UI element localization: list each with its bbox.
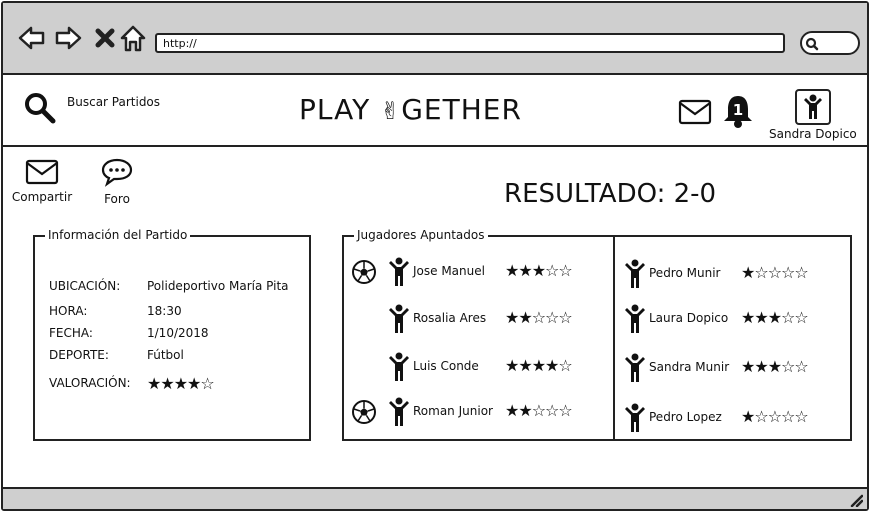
player-row[interactable]: Rosalia Ares ★★☆☆☆: [351, 304, 601, 334]
person-icon: [389, 397, 409, 426]
player-rating-stars: ★★☆☆☆: [505, 308, 573, 327]
forward-arrow-icon[interactable]: [53, 23, 83, 53]
forum-label: Foro: [104, 192, 130, 206]
person-icon: [389, 304, 409, 333]
browser-toolbar: http://: [3, 3, 867, 75]
players-title: Jugadores Apuntados: [354, 228, 488, 242]
search-icon: [805, 37, 819, 51]
player-name: Laura Dopico: [649, 311, 729, 325]
player-row[interactable]: Pedro Lopez ★☆☆☆☆: [587, 403, 837, 433]
player-row[interactable]: Roman Junior ★★☆☆☆: [351, 397, 601, 427]
back-arrow-icon[interactable]: [17, 23, 47, 53]
info-key: FECHA:: [49, 326, 93, 340]
player-name: Pedro Lopez: [649, 410, 722, 424]
player-rating-stars: ★★★★☆: [505, 356, 573, 375]
player-rating-stars: ★☆☆☆☆: [741, 407, 809, 426]
search-matches-link[interactable]: Buscar Partidos: [23, 91, 183, 125]
person-icon: [389, 257, 409, 286]
soccer-ball-icon: [352, 260, 376, 284]
player-rating-stars: ★★★☆☆: [505, 261, 573, 280]
player-rating-stars: ★☆☆☆☆: [741, 263, 809, 282]
player-name: Rosalia Ares: [413, 311, 487, 325]
user-avatar[interactable]: [795, 89, 831, 125]
player-rating-stars: ★★★☆☆: [741, 357, 809, 376]
info-key: VALORACIÓN:: [49, 376, 131, 390]
player-name: Sandra Munir: [649, 360, 730, 374]
person-icon: [625, 304, 645, 333]
person-icon: [625, 353, 645, 382]
url-input[interactable]: http://: [155, 33, 785, 53]
logo-text-right: GETHER: [401, 93, 522, 126]
player-name: Pedro Munir: [649, 266, 721, 280]
messages-icon[interactable]: [678, 99, 712, 125]
info-key: UBICACIÓN:: [49, 279, 121, 293]
logo-text-left: PLAY: [299, 93, 371, 126]
notifications-bell-icon[interactable]: 1: [721, 93, 755, 129]
player-row[interactable]: Luis Conde ★★★★☆: [351, 352, 601, 382]
app-header: Buscar Partidos PLAY ✌GETHER 1 Sandra Do…: [3, 77, 867, 147]
match-info-panel: Información del Partido UBICACIÓN: Polid…: [33, 228, 311, 441]
home-icon[interactable]: [118, 23, 148, 53]
info-value: Polideportivo María Pita: [147, 279, 289, 293]
info-key: HORA:: [49, 304, 88, 318]
forum-button[interactable]: Foro: [95, 157, 139, 206]
info-value: 1/10/2018: [147, 326, 209, 340]
match-info-title: Información del Partido: [45, 228, 191, 242]
search-matches-label: Buscar Partidos: [67, 95, 161, 109]
player-rating-stars: ★★★☆☆: [741, 308, 809, 327]
match-result: RESULTADO: 2-0: [504, 179, 717, 209]
victory-hand-icon: ✌: [380, 97, 402, 125]
player-rating-stars: ★★☆☆☆: [505, 401, 573, 420]
player-name: Jose Manuel: [413, 264, 485, 278]
player-name: Luis Conde: [413, 359, 479, 373]
notification-count: 1: [733, 101, 743, 119]
info-key: DEPORTE:: [49, 348, 109, 362]
rating-stars[interactable]: ★★★★☆: [147, 374, 215, 393]
browser-status-bar: [3, 487, 867, 509]
person-icon: [625, 259, 645, 288]
share-button[interactable]: Compartir: [11, 159, 73, 204]
browser-window: http:// Buscar Partidos PLAY ✌GETHER 1 S…: [1, 1, 869, 511]
info-value: 18:30: [147, 304, 182, 318]
speech-bubble-icon: [101, 158, 133, 187]
app-logo[interactable]: PLAY ✌GETHER: [299, 93, 522, 126]
player-row[interactable]: Laura Dopico ★★★☆☆: [587, 304, 837, 334]
soccer-ball-icon: [352, 400, 376, 424]
person-icon: [625, 403, 645, 432]
info-value: Fútbol: [147, 348, 184, 362]
player-row[interactable]: Jose Manuel ★★★☆☆: [351, 257, 601, 287]
player-name: Roman Junior: [413, 404, 493, 418]
resize-grip-icon[interactable]: [849, 493, 863, 507]
user-name: Sandra Dopico: [769, 127, 857, 141]
player-row[interactable]: Pedro Munir ★☆☆☆☆: [587, 259, 837, 289]
browser-search-button[interactable]: [800, 31, 860, 55]
mail-icon: [25, 159, 59, 185]
search-icon: [25, 93, 56, 124]
close-icon[interactable]: [91, 23, 121, 53]
person-icon: [389, 352, 409, 381]
person-icon: [804, 94, 822, 119]
share-label: Compartir: [11, 190, 73, 204]
player-row[interactable]: Sandra Munir ★★★☆☆: [587, 353, 837, 383]
